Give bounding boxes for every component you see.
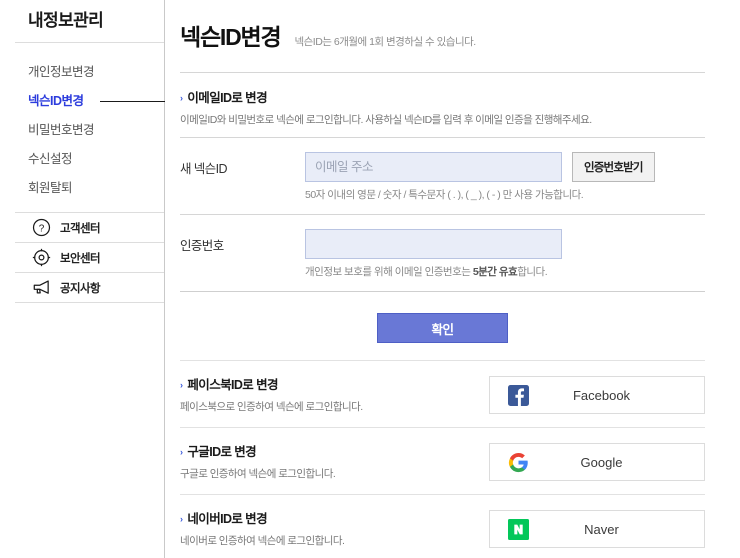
new-nexon-id-input[interactable] xyxy=(305,152,562,182)
sidebar-link-label: 보안센터 xyxy=(60,252,101,265)
chevron-right-icon: › xyxy=(180,93,183,103)
sidebar-item-password-change[interactable]: 비밀번호변경 xyxy=(0,115,164,144)
new-nexon-id-hint: 50자 이내의 영문 / 숫자 / 특수문자 ( . ), ( _ ), ( -… xyxy=(305,189,705,202)
naver-id-section: › 네이버ID로 변경 네이버로 인증하여 넥슨에 로그인합니다. Naver xyxy=(180,494,705,558)
verification-code-hint: 개인정보 보호를 위해 이메일 인증번호는 5분간 유효합니다. xyxy=(305,266,705,279)
facebook-button-label: Facebook xyxy=(572,387,631,403)
page-header: 넥슨ID변경 넥슨ID는 6개월에 1회 변경하실 수 있습니다. xyxy=(180,0,705,52)
question-circle-icon: ? xyxy=(32,218,51,237)
sidebar-link-customer-center[interactable]: ? 고객센터 xyxy=(15,213,164,243)
hint-text: 50자 이내의 영문 / 숫자 / 특수문자 ( . ), ( _ ), ( -… xyxy=(305,189,584,201)
sidebar-item-personal-info[interactable]: 개인정보변경 xyxy=(0,57,164,86)
facebook-section-description: 페이스북으로 인증하여 넥슨에 로그인합니다. xyxy=(180,400,363,413)
facebook-login-button[interactable]: Facebook xyxy=(489,376,705,414)
email-section-header: › 이메일ID로 변경 xyxy=(180,90,705,106)
google-id-section: › 구글ID로 변경 구글로 인증하여 넥슨에 로그인합니다. Google xyxy=(180,427,705,494)
google-section-header: › 구글ID로 변경 xyxy=(180,444,489,460)
verification-code-label: 인증번호 xyxy=(180,239,224,253)
confirm-button[interactable]: 확인 xyxy=(377,313,508,343)
sidebar-item-label: 비밀번호변경 xyxy=(28,122,95,137)
chevron-right-icon: › xyxy=(180,379,183,390)
facebook-id-section: › 페이스북ID로 변경 페이스북으로 인증하여 넥슨에 로그인합니다. Fac… xyxy=(180,360,705,427)
email-section-description: 이메일ID와 비밀번호로 넥슨에 로그인합니다. 사용하실 넥슨ID를 입력 후… xyxy=(180,114,592,126)
security-target-icon xyxy=(32,248,51,267)
naver-button-label: Naver xyxy=(584,521,619,537)
google-login-button[interactable]: Google xyxy=(489,443,705,481)
facebook-section-title: 페이스북ID로 변경 xyxy=(187,377,278,392)
page-title: 넥슨ID변경 xyxy=(180,24,282,50)
sidebar-item-withdraw[interactable]: 회원탈퇴 xyxy=(0,173,164,202)
verification-code-field-group: 개인정보 보호를 위해 이메일 인증번호는 5분간 유효합니다. xyxy=(305,229,705,279)
megaphone-icon xyxy=(32,278,51,297)
hint-text-bold: 5분간 유효 xyxy=(472,266,518,278)
hint-text-suffix: 합니다. xyxy=(517,266,548,278)
facebook-icon xyxy=(508,384,529,406)
email-section-title: 이메일ID로 변경 xyxy=(187,91,267,105)
submit-area: 확인 xyxy=(180,292,705,343)
email-id-section: › 이메일ID로 변경 이메일ID와 비밀번호로 넥슨에 로그인합니다. 사용하… xyxy=(180,73,705,343)
naver-section-header: › 네이버ID로 변경 xyxy=(180,511,489,527)
active-indicator-line xyxy=(100,100,165,102)
new-nexon-id-label: 새 넥슨ID xyxy=(180,162,227,176)
form-row-verification-code: 인증번호 개인정보 보호를 위해 이메일 인증번호는 5분간 유효합니다. xyxy=(180,214,705,292)
sidebar-link-security-center[interactable]: 보안센터 xyxy=(15,243,164,273)
new-nexon-id-field-group: 인증번호받기 50자 이내의 영문 / 숫자 / 특수문자 ( . ), ( _… xyxy=(305,152,705,202)
naver-login-button[interactable]: Naver xyxy=(489,510,705,548)
google-button-label: Google xyxy=(580,454,623,470)
sidebar-item-nexon-id-change[interactable]: 넥슨ID변경 xyxy=(0,86,165,115)
sidebar-item-label: 개인정보변경 xyxy=(28,64,95,79)
facebook-section-text: › 페이스북ID로 변경 페이스북으로 인증하여 넥슨에 로그인합니다. xyxy=(180,377,489,414)
hint-text-prefix: 개인정보 보호를 위해 이메일 인증번호는 xyxy=(305,266,473,278)
facebook-section-header: › 페이스북ID로 변경 xyxy=(180,377,489,393)
google-section-title: 구글ID로 변경 xyxy=(187,444,257,459)
chevron-right-icon: › xyxy=(180,446,183,457)
naver-icon xyxy=(508,518,529,540)
naver-section-description: 네이버로 인증하여 넥슨에 로그인합니다. xyxy=(180,534,345,547)
svg-text:?: ? xyxy=(39,223,45,234)
sidebar-link-notices[interactable]: 공지사항 xyxy=(15,273,164,303)
sidebar-title: 내정보관리 xyxy=(28,11,104,30)
page-subtitle: 넥슨ID는 6개월에 1회 변경하실 수 있습니다. xyxy=(294,36,476,48)
google-section-text: › 구글ID로 변경 구글로 인증하여 넥슨에 로그인합니다. xyxy=(180,444,489,481)
sidebar-item-label: 넥슨ID변경 xyxy=(28,93,84,108)
naver-section-text: › 네이버ID로 변경 네이버로 인증하여 넥슨에 로그인합니다. xyxy=(180,511,489,548)
form-row-new-nexon-id: 새 넥슨ID 인증번호받기 50자 이내의 영문 / 숫자 / 특수문자 ( .… xyxy=(180,137,705,214)
sidebar-nav: 개인정보변경 넥슨ID변경 비밀번호변경 수신설정 회원탈퇴 xyxy=(0,43,165,212)
verification-code-input[interactable] xyxy=(305,229,562,259)
sidebar-item-receive-settings[interactable]: 수신설정 xyxy=(0,144,164,173)
request-verification-code-button[interactable]: 인증번호받기 xyxy=(572,152,655,182)
sidebar-links: ? 고객센터 보안센터 공지사항 xyxy=(15,212,164,303)
chevron-right-icon: › xyxy=(180,513,183,524)
naver-section-title: 네이버ID로 변경 xyxy=(187,511,267,526)
email-form: 새 넥슨ID 인증번호받기 50자 이내의 영문 / 숫자 / 특수문자 ( .… xyxy=(180,137,705,292)
sidebar: 내정보관리 개인정보변경 넥슨ID변경 비밀번호변경 수신설정 회원탈퇴 ? 고… xyxy=(0,0,165,558)
sidebar-link-label: 고객센터 xyxy=(60,222,101,235)
google-icon xyxy=(508,452,529,473)
sidebar-item-label: 수신설정 xyxy=(28,151,73,166)
sidebar-item-label: 회원탈퇴 xyxy=(28,180,73,195)
main-content: 넥슨ID변경 넥슨ID는 6개월에 1회 변경하실 수 있습니다. › 이메일I… xyxy=(165,0,740,558)
sidebar-link-label: 공지사항 xyxy=(60,282,101,295)
google-section-description: 구글로 인증하여 넥슨에 로그인합니다. xyxy=(180,467,336,480)
page-root: 내정보관리 개인정보변경 넥슨ID변경 비밀번호변경 수신설정 회원탈퇴 ? 고… xyxy=(0,0,740,558)
